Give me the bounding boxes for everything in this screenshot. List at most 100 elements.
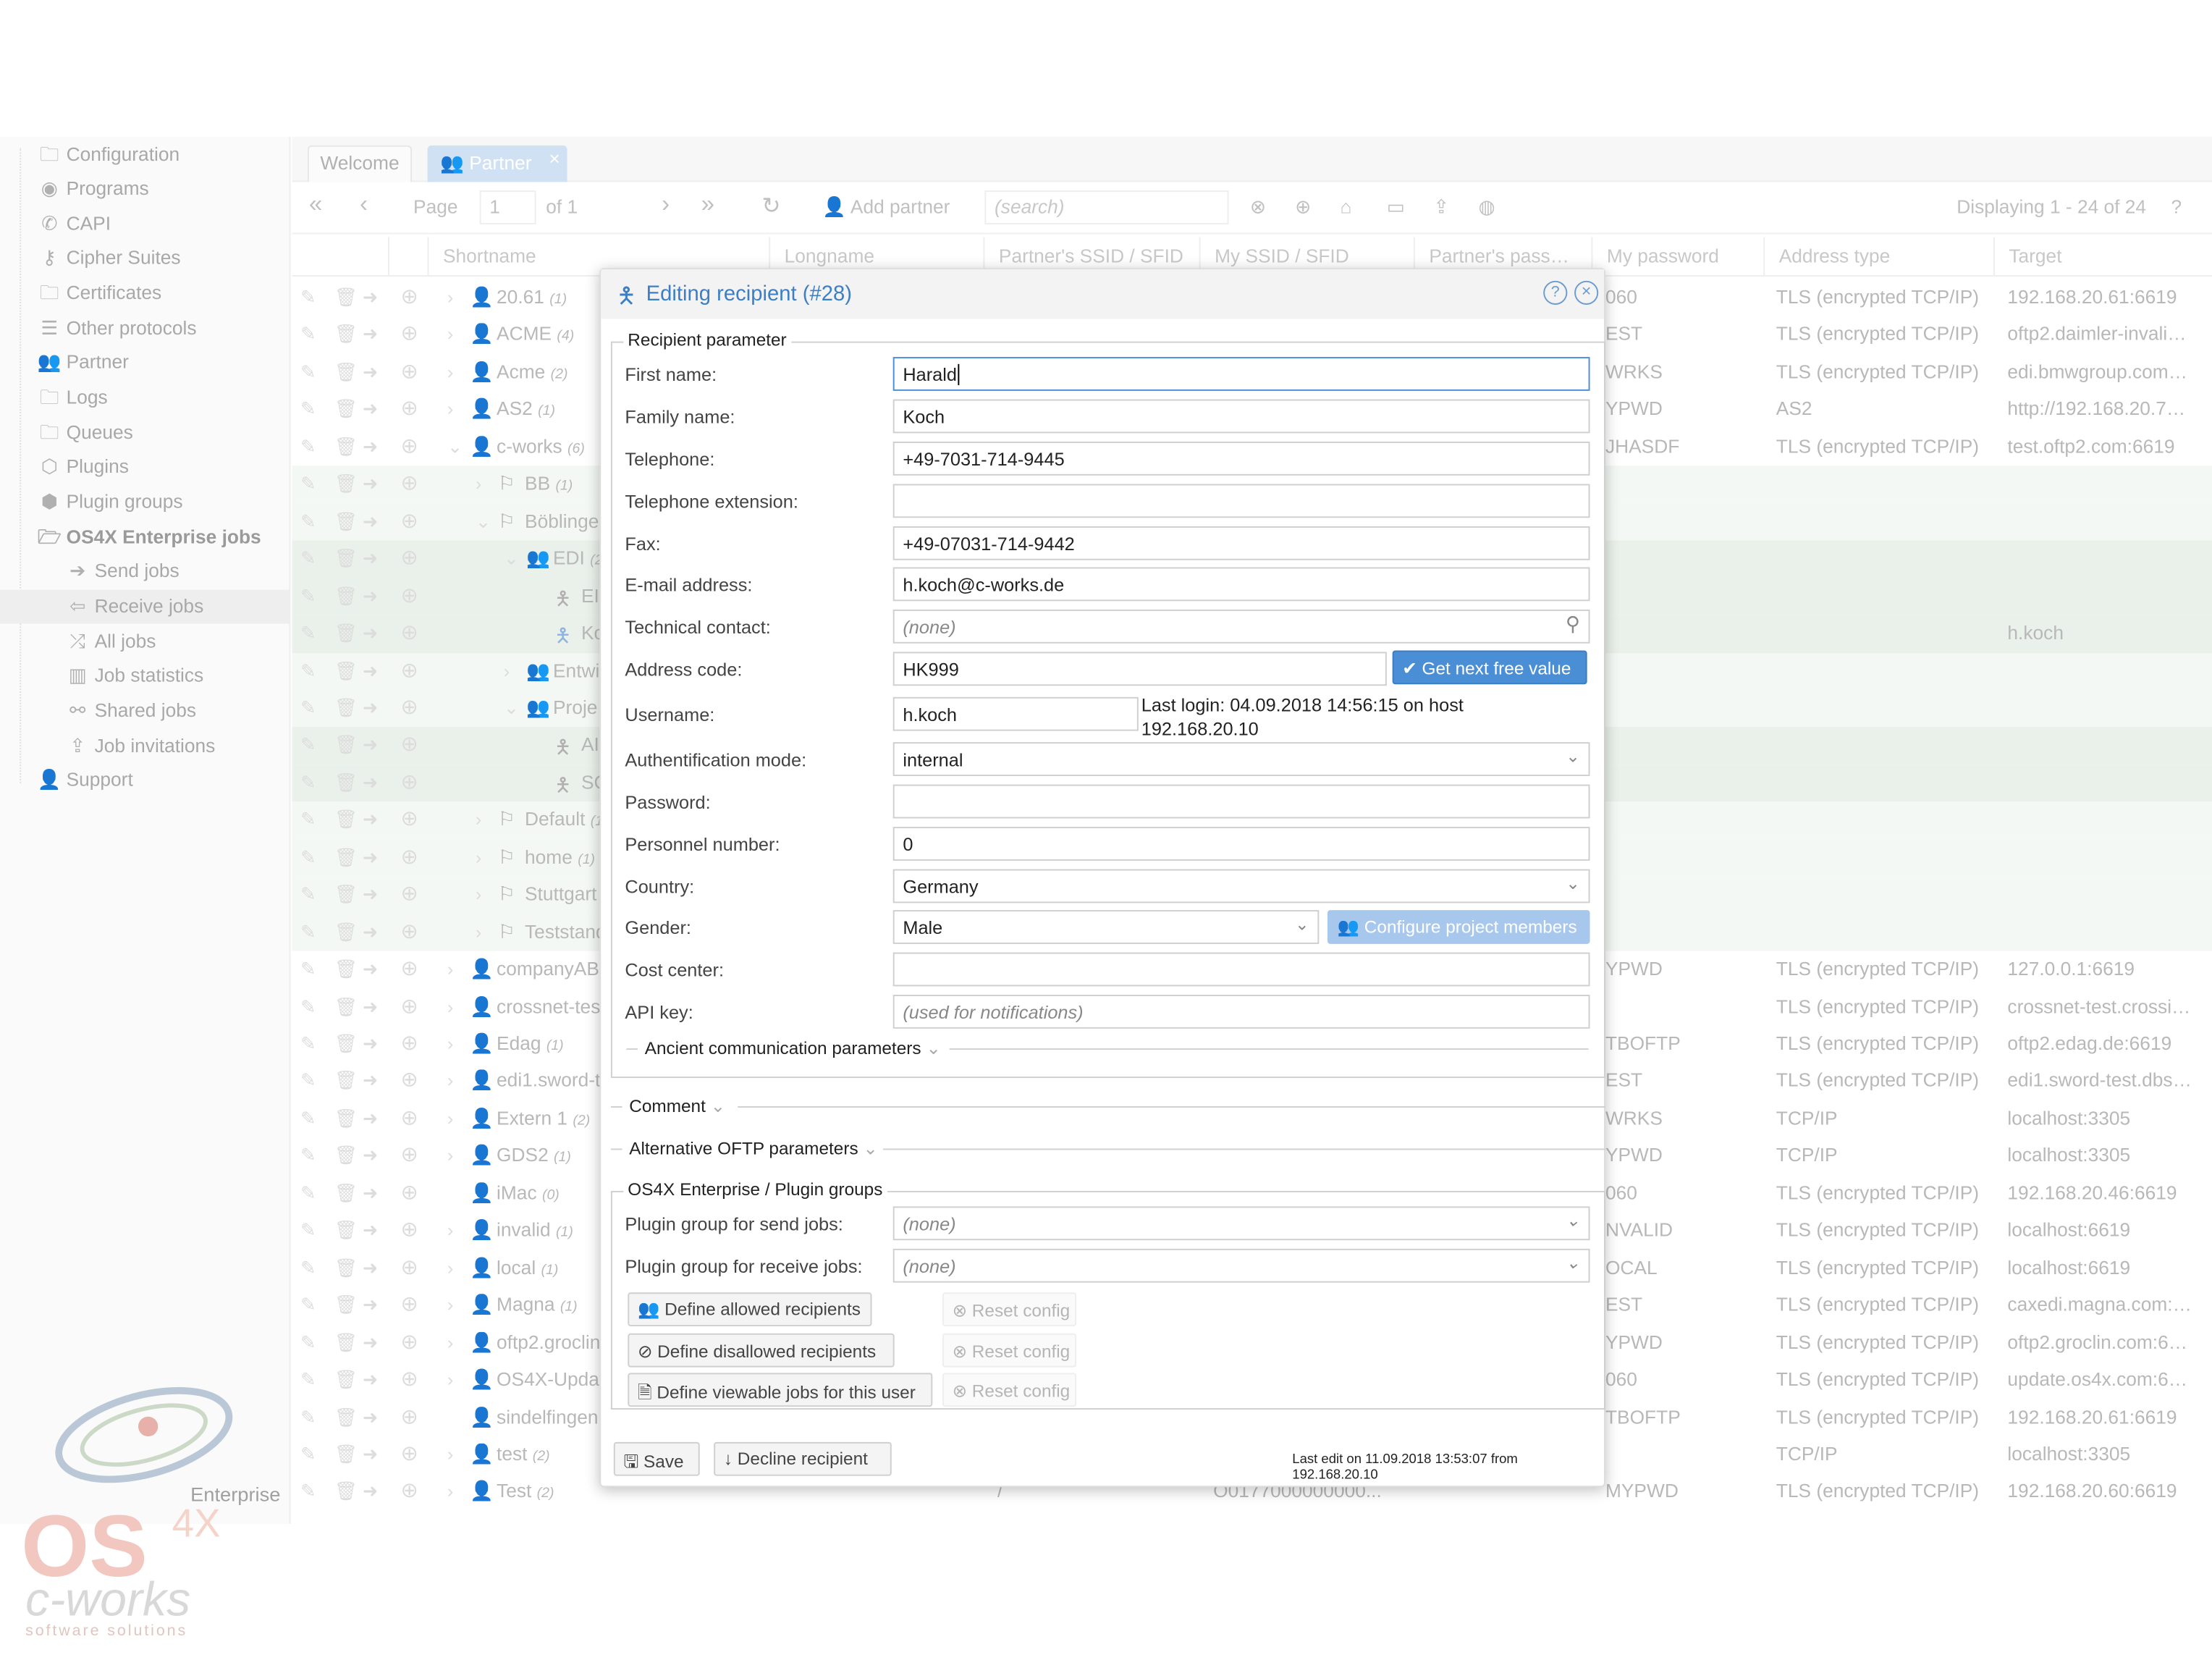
edit-icon[interactable]: ✎ bbox=[300, 1257, 316, 1279]
personnel-input[interactable]: 0 bbox=[892, 827, 1590, 861]
edit-icon[interactable]: ✎ bbox=[300, 846, 316, 869]
edit-icon[interactable]: ✎ bbox=[300, 585, 316, 607]
sidebar-item-all-jobs[interactable]: ⤮ All jobs bbox=[0, 625, 290, 659]
delete-icon[interactable]: 🗑 bbox=[334, 1294, 358, 1317]
auth-mode-select[interactable]: internal ⌄ bbox=[892, 742, 1590, 776]
edit-icon[interactable]: ✎ bbox=[300, 1108, 316, 1130]
login-icon[interactable]: ➜ bbox=[363, 1219, 378, 1242]
refresh-icon[interactable]: ↻ bbox=[761, 192, 780, 220]
reset-config-button[interactable]: ⊗ Reset config bbox=[942, 1373, 1077, 1407]
add-icon[interactable]: ⊕ bbox=[401, 843, 419, 869]
delete-icon[interactable]: 🗑 bbox=[334, 772, 358, 794]
upload-icon[interactable]: ⇪ bbox=[1433, 196, 1449, 219]
expand-chevron-icon[interactable]: › bbox=[447, 1331, 453, 1352]
add-icon[interactable]: ⊕ bbox=[401, 694, 419, 720]
login-icon[interactable]: ➜ bbox=[363, 1070, 378, 1092]
login-icon[interactable]: ➜ bbox=[363, 1406, 378, 1428]
cost-center-input[interactable] bbox=[892, 952, 1590, 987]
login-icon[interactable]: ➜ bbox=[363, 1257, 378, 1279]
zoom-icon[interactable]: ⊕ bbox=[1295, 196, 1311, 219]
delete-icon[interactable]: 🗑 bbox=[334, 547, 358, 570]
login-icon[interactable]: ➜ bbox=[363, 883, 378, 906]
delete-icon[interactable]: 🗑 bbox=[334, 995, 358, 1018]
help-icon[interactable]: ? bbox=[1543, 280, 1568, 305]
password-input[interactable] bbox=[892, 784, 1590, 819]
edit-icon[interactable]: ✎ bbox=[300, 660, 316, 682]
prev-page-icon[interactable]: ‹ bbox=[360, 190, 368, 219]
add-icon[interactable]: ⊕ bbox=[401, 395, 419, 421]
delete-icon[interactable]: 🗑 bbox=[334, 809, 358, 831]
delete-icon[interactable]: 🗑 bbox=[334, 1331, 358, 1354]
add-icon[interactable]: ⊕ bbox=[401, 471, 419, 495]
add-icon[interactable]: ⊕ bbox=[401, 806, 419, 831]
expand-chevron-icon[interactable]: ⌄ bbox=[476, 510, 491, 533]
expand-chevron-icon[interactable]: › bbox=[447, 1033, 453, 1054]
add-icon[interactable]: ⊕ bbox=[401, 1403, 419, 1428]
delete-icon[interactable]: 🗑 bbox=[334, 1033, 358, 1056]
login-icon[interactable]: ➜ bbox=[363, 660, 378, 682]
expand-chevron-icon[interactable]: ⌄ bbox=[504, 547, 519, 570]
login-icon[interactable]: ➜ bbox=[363, 324, 378, 346]
family-name-input[interactable]: Koch bbox=[892, 399, 1590, 434]
delete-icon[interactable]: 🗑 bbox=[334, 287, 358, 309]
expand-chevron-icon[interactable]: › bbox=[476, 883, 481, 904]
sidebar-item-capi[interactable]: ✆ CAPI bbox=[0, 208, 290, 242]
add-icon[interactable]: ⊕ bbox=[401, 1441, 419, 1466]
login-icon[interactable]: ➜ bbox=[363, 1369, 378, 1391]
add-icon[interactable]: ⊕ bbox=[401, 1105, 419, 1130]
edit-icon[interactable]: ✎ bbox=[300, 623, 316, 645]
ancient-params-toggle[interactable]: Ancient communication parameters ⌄ bbox=[640, 1037, 945, 1058]
search-input[interactable]: (search) bbox=[984, 190, 1229, 224]
login-icon[interactable]: ➜ bbox=[363, 1444, 378, 1466]
edit-icon[interactable]: ✎ bbox=[300, 697, 316, 720]
add-icon[interactable]: ⊕ bbox=[401, 284, 419, 309]
edit-icon[interactable]: ✎ bbox=[300, 995, 316, 1018]
card-icon[interactable]: ▭ bbox=[1387, 196, 1405, 219]
expand-chevron-icon[interactable]: › bbox=[447, 1294, 453, 1315]
expand-chevron-icon[interactable]: › bbox=[447, 1108, 453, 1129]
configure-project-members-button[interactable]: 👥 Configure project members bbox=[1327, 910, 1590, 944]
add-icon[interactable]: ⊕ bbox=[401, 433, 419, 458]
login-icon[interactable]: ➜ bbox=[363, 1294, 378, 1317]
tab-welcome[interactable]: Welcome bbox=[307, 145, 413, 182]
delete-icon[interactable]: 🗑 bbox=[334, 436, 358, 458]
delete-icon[interactable]: 🗑 bbox=[334, 734, 358, 757]
edit-icon[interactable]: ✎ bbox=[300, 734, 316, 757]
tech-contact-input[interactable]: (none) ⚲ bbox=[892, 609, 1590, 644]
delete-icon[interactable]: 🗑 bbox=[334, 1070, 358, 1092]
sidebar-item-plugins[interactable]: ⬡ Plugins bbox=[0, 450, 290, 484]
add-icon[interactable]: ⊕ bbox=[401, 1366, 419, 1391]
edit-icon[interactable]: ✎ bbox=[300, 1406, 316, 1428]
define-disallowed-recipients-button[interactable]: ⊘ Define disallowed recipients bbox=[628, 1333, 895, 1368]
login-icon[interactable]: ➜ bbox=[363, 623, 378, 645]
comment-toggle[interactable]: Comment ⌄ bbox=[625, 1095, 730, 1116]
expand-chevron-icon[interactable]: › bbox=[447, 995, 453, 1016]
login-icon[interactable]: ➜ bbox=[363, 697, 378, 720]
edit-icon[interactable]: ✎ bbox=[300, 772, 316, 794]
edit-icon[interactable]: ✎ bbox=[300, 473, 316, 495]
col-address-type[interactable]: Address type bbox=[1763, 237, 1993, 277]
sidebar-item-support[interactable]: 👤 Support bbox=[0, 763, 290, 797]
login-icon[interactable]: ➜ bbox=[363, 510, 378, 533]
expand-chevron-icon[interactable]: › bbox=[447, 361, 453, 382]
delete-icon[interactable]: 🗑 bbox=[334, 1444, 358, 1466]
login-icon[interactable]: ➜ bbox=[363, 1182, 378, 1205]
sidebar-item-shared-jobs[interactable]: ⚯ Shared jobs bbox=[0, 694, 290, 728]
email-input[interactable]: h.koch@c-works.de bbox=[892, 567, 1590, 602]
sidebar-item-os4x-enterprise-jobs[interactable]: 🗁 OS4X Enterprise jobs bbox=[0, 521, 290, 555]
page-input[interactable]: 1 bbox=[479, 190, 536, 224]
expand-chevron-icon[interactable]: › bbox=[447, 398, 453, 419]
add-icon[interactable]: ⊕ bbox=[401, 620, 419, 645]
login-icon[interactable]: ➜ bbox=[363, 547, 378, 570]
sidebar-item-other-protocols[interactable]: ☰ Other protocols bbox=[0, 312, 290, 346]
expand-chevron-icon[interactable]: ⌄ bbox=[504, 697, 519, 720]
save-button[interactable]: 🖫 Save bbox=[613, 1441, 700, 1476]
delete-icon[interactable]: 🗑 bbox=[334, 623, 358, 645]
delete-icon[interactable]: 🗑 bbox=[334, 1182, 358, 1205]
delete-icon[interactable]: 🗑 bbox=[334, 697, 358, 720]
first-page-icon[interactable]: « bbox=[309, 190, 322, 219]
search-icon[interactable]: ⚲ bbox=[1566, 612, 1580, 636]
login-icon[interactable]: ➜ bbox=[363, 734, 378, 757]
delete-icon[interactable]: 🗑 bbox=[334, 361, 358, 384]
login-icon[interactable]: ➜ bbox=[363, 473, 378, 495]
